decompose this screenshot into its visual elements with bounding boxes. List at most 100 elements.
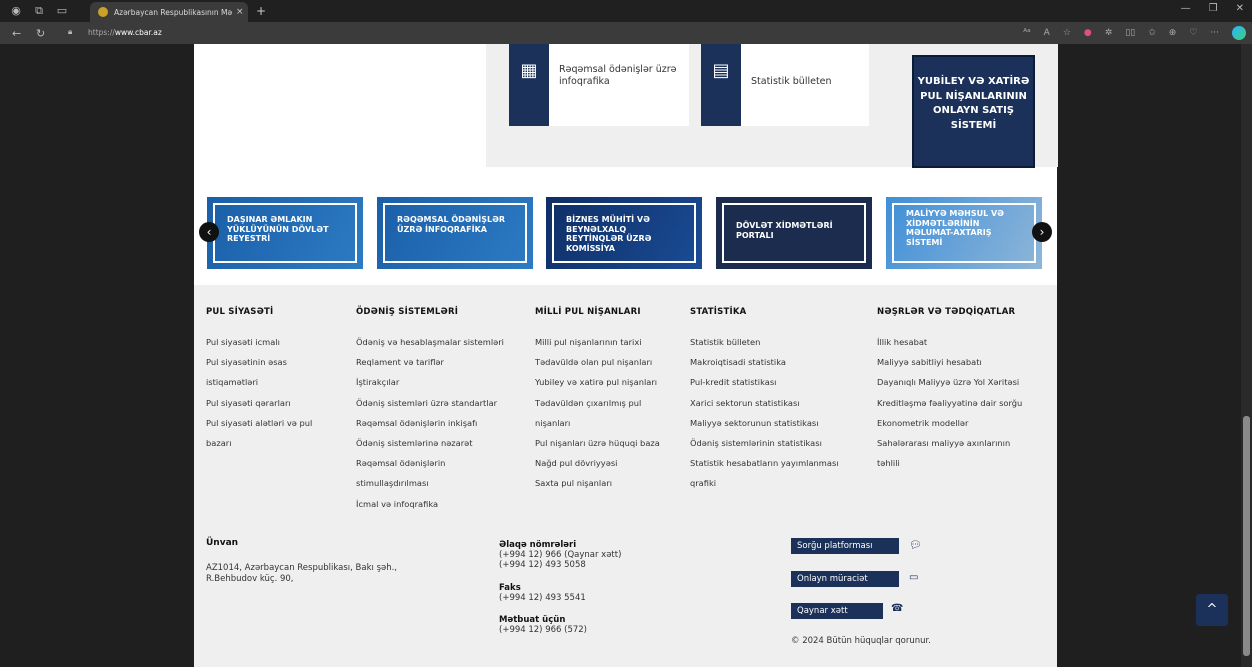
tab-title: Azərbaycan Respublikasının Mərkəzi Bankı bbox=[114, 7, 232, 17]
footer-link[interactable]: Rəqəmsal ödənişlərin inkişafı bbox=[356, 413, 504, 433]
footer-link[interactable]: Statistik hesabatların yayımlanması bbox=[690, 453, 839, 473]
footer-link[interactable]: Tədavüldən çıxarılmış pul bbox=[535, 393, 660, 413]
footer-link[interactable]: İllik hesabat bbox=[877, 332, 1022, 352]
footer-link[interactable]: Ödəniş sistemləri üzrə standartlar bbox=[356, 393, 504, 413]
footer-link[interactable]: Maliyyə sektorunun statistikası bbox=[690, 413, 839, 433]
footer-link[interactable]: qrafiki bbox=[690, 473, 839, 493]
press-title: Mətbuat üçün bbox=[499, 615, 566, 625]
footer-link[interactable]: Pul siyasətinin əsas bbox=[206, 352, 312, 372]
footer-link[interactable]: Pul siyasəti alətləri və pul bbox=[206, 413, 312, 433]
online-request-button[interactable]: Onlayn müraciət bbox=[791, 571, 899, 587]
footer-link[interactable]: Tədavüldə olan pul nişanları bbox=[535, 352, 660, 372]
footer-link[interactable]: Pul nişanları üzrə hüquqi baza bbox=[535, 433, 660, 453]
footer-col-title: ÖDƏNİŞ SİSTEMLƏRİ bbox=[356, 307, 459, 317]
back-icon[interactable]: ← bbox=[12, 27, 24, 40]
favorite-star-icon[interactable]: ☆ bbox=[1063, 28, 1071, 38]
footer-link[interactable]: Statistik bülleten bbox=[690, 332, 839, 352]
browser-tab-bar: ◉ ⧉ ▭ Azərbaycan Respublikasının Mərkəzi… bbox=[0, 0, 1252, 22]
phones-block: Əlaqə nömrələri (+994 12) 966 (Qaynar xə… bbox=[499, 540, 621, 570]
read-aloud-icon[interactable]: ᴬᵃ bbox=[1023, 28, 1030, 38]
press-block: Mətbuat üçün (+994 12) 966 (572) bbox=[499, 615, 587, 635]
footer-link[interactable]: Yubiley və xatirə pul nişanları bbox=[535, 372, 660, 392]
footer-link[interactable]: Xarici sektorun statistikası bbox=[690, 393, 839, 413]
scrollbar-thumb[interactable] bbox=[1243, 416, 1250, 656]
footer-col-monetary-policy: PUL SİYASƏTİ Pul siyasəti icmalı Pul siy… bbox=[206, 307, 312, 453]
site-footer: PUL SİYASƏTİ Pul siyasəti icmalı Pul siy… bbox=[194, 285, 1057, 667]
banner-label: RƏQƏMSAL ÖDƏNİŞLƏR ÜZRƏ İNFOQRAFİKA bbox=[397, 215, 506, 234]
banner-financial-products[interactable]: MALİYYƏ MƏHSUL VƏ XİDMƏTLƏRİNİN MƏLUMAT-… bbox=[886, 197, 1042, 269]
workspaces-icon[interactable]: ⧉ bbox=[32, 4, 46, 18]
scroll-to-top-button[interactable]: ^ bbox=[1196, 594, 1228, 626]
footer-link[interactable]: İcmal və infoqrafika bbox=[356, 494, 504, 514]
carousel-next-icon[interactable]: › bbox=[1032, 222, 1052, 242]
lock-icon[interactable]: 🔒︎ bbox=[68, 27, 72, 37]
footer-link[interactable]: istiqamətləri bbox=[206, 372, 312, 392]
favorites-icon[interactable]: ✩ bbox=[1148, 28, 1156, 38]
footer-col-title: MİLLİ PUL NİŞANLARI bbox=[535, 307, 641, 317]
banner-movable-property-registry[interactable]: DAŞINAR ƏMLAKIN YÜKLÜYÜNÜN DÖVLƏT REYEST… bbox=[207, 197, 363, 269]
split-screen-icon[interactable]: ▯▯ bbox=[1125, 28, 1135, 38]
browser-tab[interactable]: Azərbaycan Respublikasının Mərkəzi Bankı… bbox=[90, 2, 248, 22]
close-window-icon[interactable]: ✕ bbox=[1236, 3, 1244, 14]
document-icon: ▤ bbox=[701, 44, 741, 126]
laptop-icon[interactable]: ▭ bbox=[909, 572, 918, 583]
footer-link[interactable]: Maliyyə sabitliyi hesabatı bbox=[877, 352, 1022, 372]
footer-link[interactable]: nişanları bbox=[535, 413, 660, 433]
tab-actions-icon[interactable]: ▭ bbox=[55, 4, 69, 18]
page-content: ▦ Rəqəmsal ödənişlər üzrə infoqrafika ▤ … bbox=[194, 44, 1058, 667]
tab-close-icon[interactable]: × bbox=[236, 7, 244, 17]
url-field[interactable]: https://www.cbar.az bbox=[88, 28, 162, 37]
footer-link[interactable]: Pul-kredit statistikası bbox=[690, 372, 839, 392]
collections-icon[interactable]: ⊕ bbox=[1169, 28, 1177, 38]
banner-public-services[interactable]: DÖVLƏT XİDMƏTLƏRİ PORTALI bbox=[716, 197, 872, 269]
footer-link[interactable]: Sahələrarası maliyyə axınlarının bbox=[877, 433, 1022, 453]
footer-link[interactable]: İştirakçılar bbox=[356, 372, 504, 392]
browser-profile-icon[interactable]: ◉ bbox=[9, 4, 23, 18]
survey-platform-button[interactable]: Sorğu platforması bbox=[791, 538, 899, 554]
hotline-button[interactable]: Qaynar xətt bbox=[791, 603, 883, 619]
banner-label: DÖVLƏT XİDMƏTLƏRİ PORTALI bbox=[736, 221, 833, 240]
tile-infographic-label: Rəqəmsal ödənişlər üzrə infoqrafika bbox=[559, 64, 677, 87]
footer-col-title: NƏŞRLƏR VƏ TƏDQİQATLAR bbox=[877, 307, 1016, 317]
footer-link[interactable]: Saxta pul nişanları bbox=[535, 473, 660, 493]
commemorative-coins-sale-button[interactable]: YUBİLEY VƏ XATİRƏ PUL NİŞANLARININ ONLAY… bbox=[912, 55, 1035, 168]
footer-link[interactable]: Ödəniş və hesablaşmalar sistemləri bbox=[356, 332, 504, 352]
footer-link[interactable]: Ödəniş sistemlərinə nəzarət bbox=[356, 433, 504, 453]
phone-icon[interactable]: ☎ bbox=[891, 603, 903, 614]
footer-link[interactable]: Kreditləşmə fəaliyyətinə dair sorğu bbox=[877, 393, 1022, 413]
footer-link[interactable]: Pul siyasəti qərarları bbox=[206, 393, 312, 413]
footer-link[interactable]: Ödəniş sistemlərinin statistikası bbox=[690, 433, 839, 453]
phone-main: (+994 12) 493 5058 bbox=[499, 560, 586, 570]
heart-icon[interactable]: ♡ bbox=[1189, 28, 1197, 38]
banner-digital-payments[interactable]: RƏQƏMSAL ÖDƏNİŞLƏR ÜZRƏ İNFOQRAFİKA bbox=[377, 197, 533, 269]
footer-link[interactable]: Ekonometrik modellər bbox=[877, 413, 1022, 433]
footer-link[interactable]: Nağd pul dövriyyəsi bbox=[535, 453, 660, 473]
footer-link[interactable]: təhlili bbox=[877, 453, 1022, 473]
copilot-icon[interactable] bbox=[1232, 26, 1246, 40]
banner-business-environment[interactable]: BİZNES MÜHİTİ VƏ BEYNƏLXALQ REYTİNQLƏR Ü… bbox=[546, 197, 702, 269]
footer-link[interactable]: bazarı bbox=[206, 433, 312, 453]
extension-icon[interactable]: ● bbox=[1084, 28, 1092, 38]
page-scrollbar[interactable] bbox=[1241, 44, 1252, 667]
footer-link[interactable]: Rəqəmsal ödənişlərin bbox=[356, 453, 504, 473]
tile-infographic[interactable]: ▦ Rəqəmsal ödənişlər üzrə infoqrafika bbox=[509, 44, 689, 126]
footer-link[interactable]: Milli pul nişanlarının tarixi bbox=[535, 332, 660, 352]
footer-link[interactable]: Reqlament və tariflər bbox=[356, 352, 504, 372]
refresh-icon[interactable]: ↻ bbox=[36, 27, 48, 40]
footer-link[interactable]: Makroiqtisadi statistika bbox=[690, 352, 839, 372]
footer-link[interactable]: Pul siyasəti icmalı bbox=[206, 332, 312, 352]
footer-link[interactable]: Dayanıqlı Maliyyə üzrə Yol Xəritəsi bbox=[877, 372, 1022, 392]
chat-icon[interactable]: 💬︎ bbox=[909, 540, 922, 551]
footer-link[interactable]: stimullaşdırılması bbox=[356, 473, 504, 493]
tile-bulletin[interactable]: ▤ Statistik bülleten bbox=[701, 44, 869, 126]
restore-icon[interactable]: ❐ bbox=[1209, 3, 1218, 14]
extensions-puzzle-icon[interactable]: ✲ bbox=[1105, 28, 1113, 38]
banner-label: DAŞINAR ƏMLAKIN YÜKLÜYÜNÜN DÖVLƏT REYEST… bbox=[227, 215, 329, 243]
carousel-prev-icon[interactable]: ‹ bbox=[199, 222, 219, 242]
address-line-1: AZ1014, Azərbaycan Respublikası, Bakı şə… bbox=[206, 563, 398, 573]
minimize-icon[interactable]: — bbox=[1181, 3, 1191, 14]
footer-col-currency: MİLLİ PUL NİŞANLARI Milli pul nişanların… bbox=[535, 307, 660, 494]
new-tab-button[interactable]: + bbox=[256, 4, 266, 18]
more-icon[interactable]: ··· bbox=[1210, 28, 1219, 38]
text-size-icon[interactable]: A bbox=[1044, 28, 1050, 38]
